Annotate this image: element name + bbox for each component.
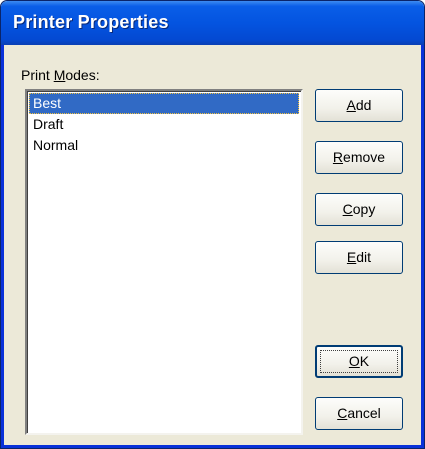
edit-button[interactable]: Edit	[315, 241, 403, 274]
cancel-button[interactable]: Cancel	[315, 397, 403, 430]
print-modes-label: Print Modes:	[21, 67, 100, 83]
print-modes-listbox[interactable]: Best Draft Normal	[25, 89, 303, 435]
ok-button-rest: K	[359, 353, 370, 369]
print-modes-label-accel: M	[53, 67, 66, 83]
add-button-rest: dd	[355, 97, 372, 113]
cancel-button-accel: C	[337, 405, 348, 421]
print-modes-label-prefix: Print	[21, 67, 54, 83]
list-item-best[interactable]: Best	[29, 93, 299, 114]
copy-button[interactable]: Copy	[315, 193, 403, 226]
copy-button-accel: C	[342, 201, 353, 217]
cancel-button-rest: ancel	[347, 405, 381, 421]
remove-button[interactable]: Remove	[315, 141, 403, 174]
ok-button[interactable]: OK	[315, 345, 403, 378]
list-item-normal[interactable]: Normal	[29, 135, 299, 156]
remove-button-accel: R	[332, 149, 344, 165]
title-bar[interactable]: Printer Properties	[1, 1, 424, 45]
edit-button-rest: dit	[356, 249, 372, 265]
print-modes-label-rest: odes:	[65, 67, 100, 83]
edit-button-accel: E	[346, 249, 357, 265]
add-button-accel: A	[346, 97, 356, 113]
window-title: Printer Properties	[13, 12, 169, 32]
copy-button-rest: opy	[352, 201, 376, 217]
printer-properties-dialog: Printer Properties Print Modes: Best Dra…	[0, 0, 425, 449]
remove-button-rest: emove	[343, 149, 386, 165]
list-item-draft[interactable]: Draft	[29, 114, 299, 135]
add-button[interactable]: Add	[315, 89, 403, 122]
ok-button-accel: O	[348, 353, 360, 369]
